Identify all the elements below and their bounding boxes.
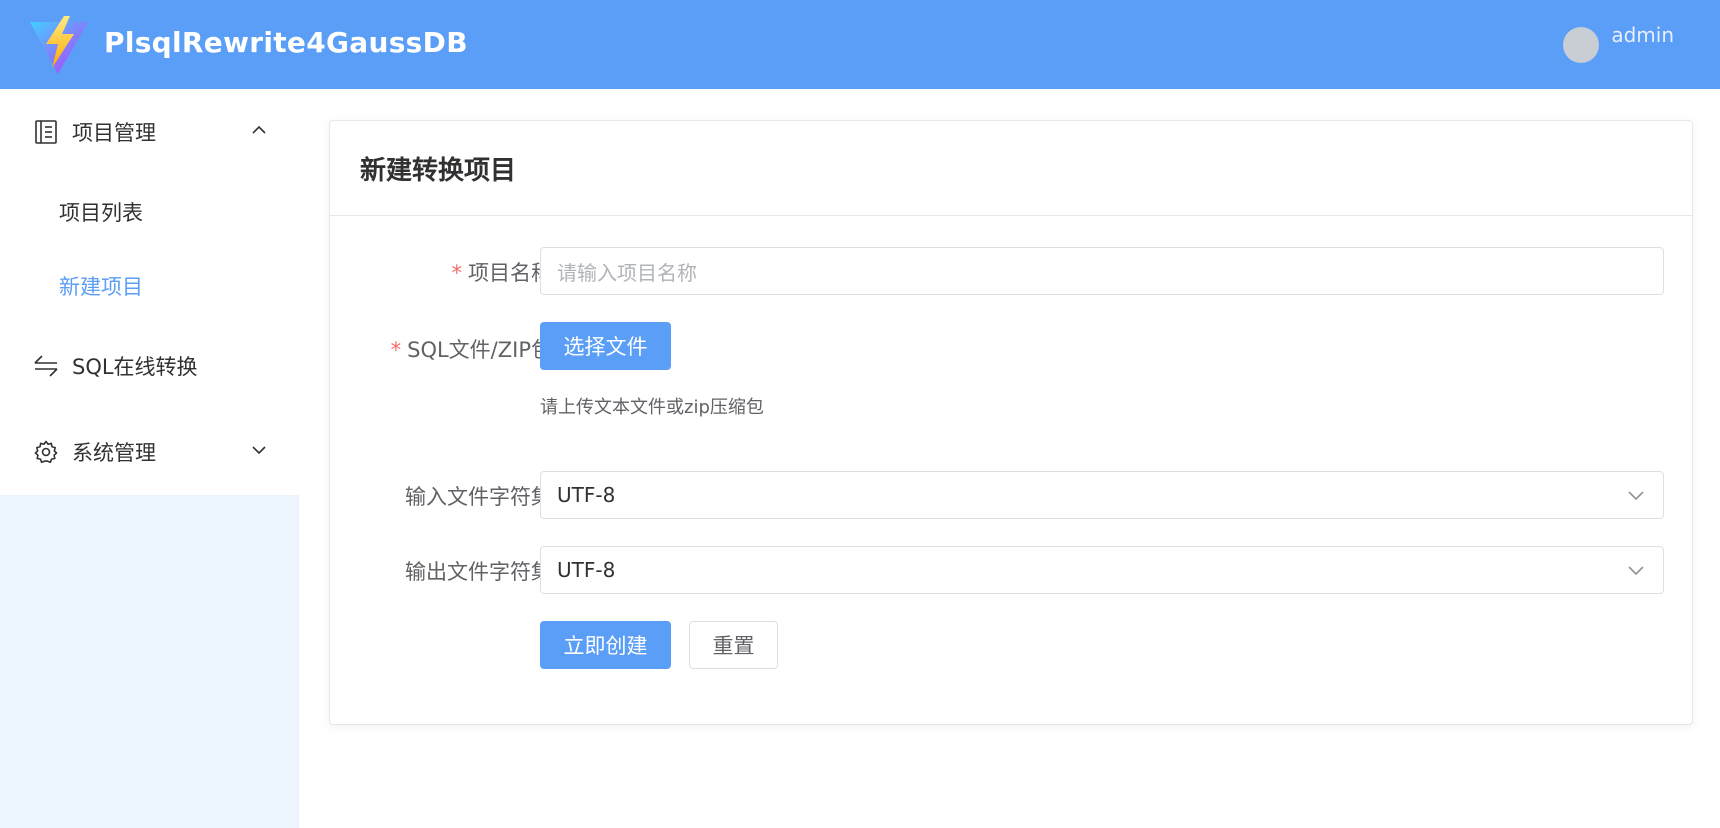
- sidebar-subitem-new-project[interactable]: 新建项目: [0, 249, 299, 323]
- chevron-down-icon: [1628, 566, 1644, 576]
- avatar[interactable]: [1563, 27, 1600, 63]
- sidebar-menu: 项目管理 项目列表 新建项目 SQL在线转换 系统管理: [0, 89, 299, 495]
- choose-file-button[interactable]: 选择文件: [540, 322, 671, 370]
- project-name-input[interactable]: 请输入项目名称: [540, 247, 1664, 295]
- input-charset-value: UTF-8: [557, 483, 616, 507]
- file-upload-hint: 请上传文本文件或zip压缩包: [540, 397, 764, 418]
- gear-icon: [34, 440, 58, 464]
- output-charset-label: 输出文件字符集: [405, 560, 552, 584]
- required-mark: *: [451, 261, 463, 285]
- project-name-label: * 项目名称: [451, 261, 553, 285]
- chevron-down-icon: [252, 446, 266, 455]
- username[interactable]: admin: [1611, 23, 1674, 47]
- swap-arrows-icon: [34, 354, 58, 378]
- sidebar-item-project-management[interactable]: 项目管理: [0, 89, 299, 175]
- required-mark: *: [390, 338, 402, 362]
- document-list-icon: [34, 120, 58, 144]
- sidebar: 项目管理 项目列表 新建项目 SQL在线转换 系统管理: [0, 89, 299, 828]
- app-title: PlsqlRewrite4GaussDB: [104, 26, 468, 59]
- output-charset-value: UTF-8: [557, 558, 616, 582]
- sidebar-item-system-management[interactable]: 系统管理: [0, 409, 299, 495]
- top-header: PlsqlRewrite4GaussDB admin: [0, 0, 1720, 89]
- chevron-up-icon: [252, 125, 266, 134]
- output-charset-select[interactable]: UTF-8: [540, 546, 1664, 594]
- project-name-placeholder: 请输入项目名称: [557, 260, 697, 285]
- file-upload-label: * SQL文件/ZIP包: [390, 338, 552, 362]
- input-charset-label: 输入文件字符集: [405, 485, 552, 509]
- create-now-button[interactable]: 立即创建: [540, 621, 671, 669]
- sidebar-item-label: SQL在线转换: [72, 355, 198, 379]
- sidebar-subitem-project-list[interactable]: 项目列表: [0, 175, 299, 249]
- card-header: 新建转换项目: [330, 121, 1692, 216]
- user-menu[interactable]: admin: [1563, 23, 1674, 63]
- sidebar-item-label: 系统管理: [72, 441, 156, 465]
- page-title: 新建转换项目: [360, 155, 517, 186]
- chevron-down-icon: [1628, 491, 1644, 501]
- reset-button[interactable]: 重置: [689, 621, 778, 669]
- sidebar-item-label: 项目管理: [72, 121, 156, 145]
- sidebar-item-sql-online-convert[interactable]: SQL在线转换: [0, 323, 299, 409]
- input-charset-select[interactable]: UTF-8: [540, 471, 1664, 519]
- new-project-card: 新建转换项目 * 项目名称 请输入项目名称 * SQL文件/ZIP包 选择文件 请上…: [329, 120, 1693, 725]
- vite-logo-icon: [30, 16, 88, 74]
